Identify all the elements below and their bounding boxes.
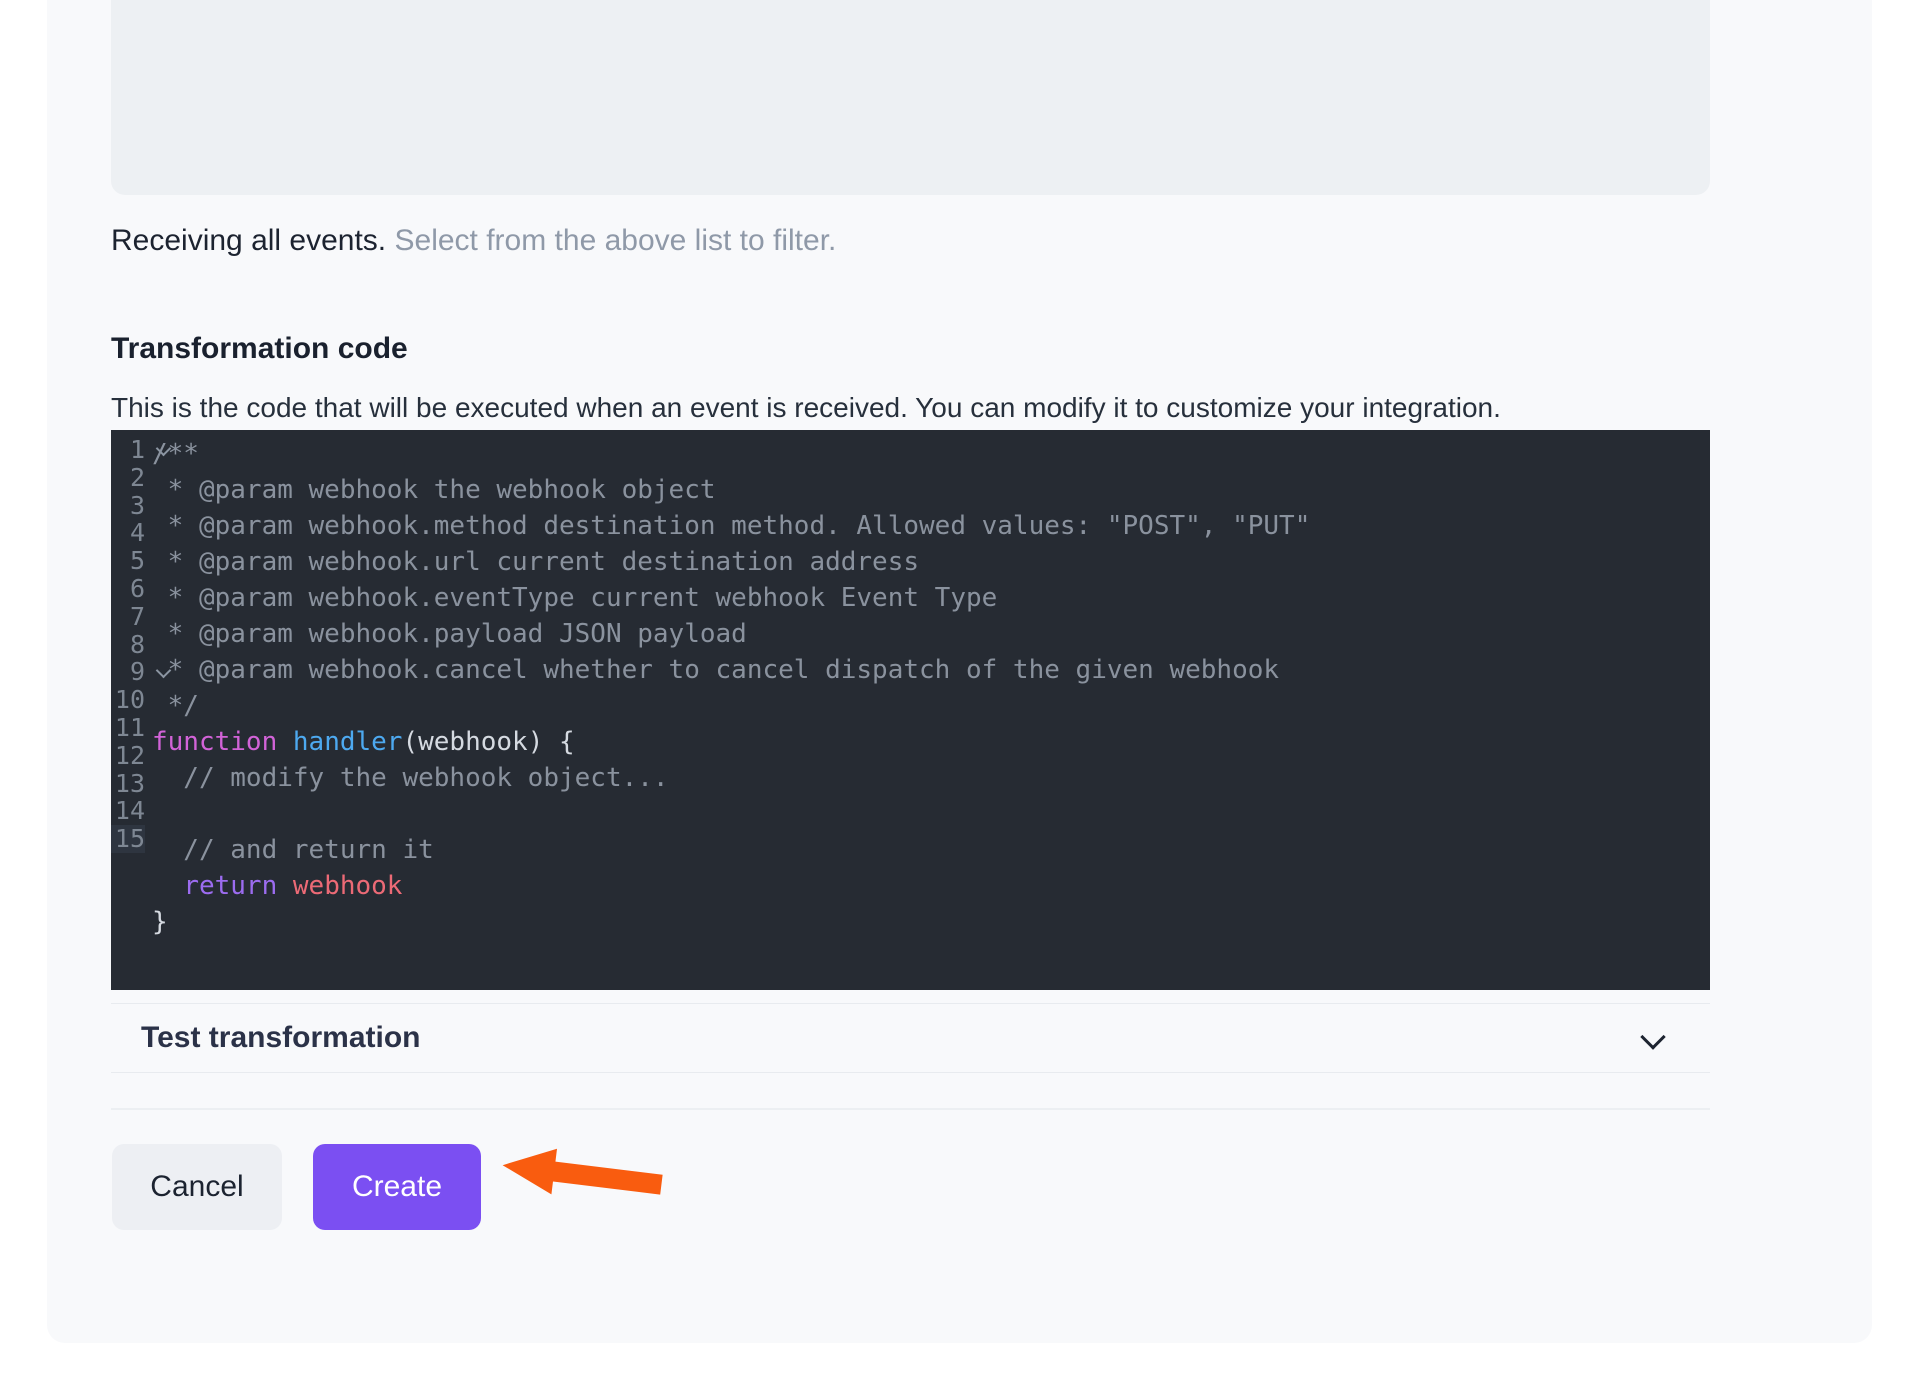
line-number: 10 (111, 686, 145, 714)
event-filter-status: Receiving all events. Select from the ab… (111, 222, 836, 260)
create-button[interactable]: Create (313, 1144, 481, 1230)
code-line: // modify the webhook object... (152, 760, 1710, 796)
transformation-code-description: This is the code that will be executed w… (111, 392, 1501, 424)
line-number: 3 (111, 492, 145, 520)
cancel-button[interactable]: Cancel (112, 1144, 282, 1230)
test-transformation-label: Test transformation (141, 1021, 420, 1055)
section-divider (111, 1108, 1710, 1110)
line-number: 9 (111, 658, 145, 686)
line-number: 7 (111, 603, 145, 631)
code-line (152, 796, 1710, 832)
code-line: */ (152, 688, 1710, 724)
editor-code: /** * @param webhook the webhook object … (152, 436, 1710, 940)
chevron-down-icon[interactable] (1640, 1024, 1665, 1049)
code-line: // and return it (152, 832, 1710, 868)
code-line: * @param webhook.method destination meth… (152, 508, 1710, 544)
code-line: * @param webhook.cancel whether to cance… (152, 652, 1710, 688)
line-number: 1 (111, 436, 145, 464)
line-number: 13 (111, 770, 145, 798)
code-line: return webhook (152, 868, 1710, 904)
transformation-code-heading: Transformation code (111, 332, 408, 366)
filter-status-text: Receiving all events. (111, 224, 386, 257)
code-line: * @param webhook.payload JSON payload (152, 616, 1710, 652)
line-number: 15 (111, 825, 145, 853)
code-line: * @param webhook.url current destination… (152, 544, 1710, 580)
code-line: * @param webhook.eventType current webho… (152, 580, 1710, 616)
line-number: 14 (111, 797, 145, 825)
line-number: 4 (111, 519, 145, 547)
filter-hint-text: Select from the above list to filter. (395, 224, 837, 257)
code-editor[interactable]: 123456789101112131415 /** * @param webho… (111, 430, 1710, 990)
line-number: 5 (111, 547, 145, 575)
code-line: } (152, 904, 1710, 940)
line-number: 12 (111, 742, 145, 770)
editor-gutter: 123456789101112131415 (111, 436, 145, 853)
event-filter-list[interactable] (111, 0, 1710, 195)
test-transformation-toggle[interactable]: Test transformation (111, 1003, 1710, 1073)
code-line: * @param webhook the webhook object (152, 472, 1710, 508)
line-number: 8 (111, 631, 145, 659)
line-number: 2 (111, 464, 145, 492)
code-line: function handler(webhook) { (152, 724, 1710, 760)
line-number: 11 (111, 714, 145, 742)
code-line: /** (152, 436, 1710, 472)
line-number: 6 (111, 575, 145, 603)
